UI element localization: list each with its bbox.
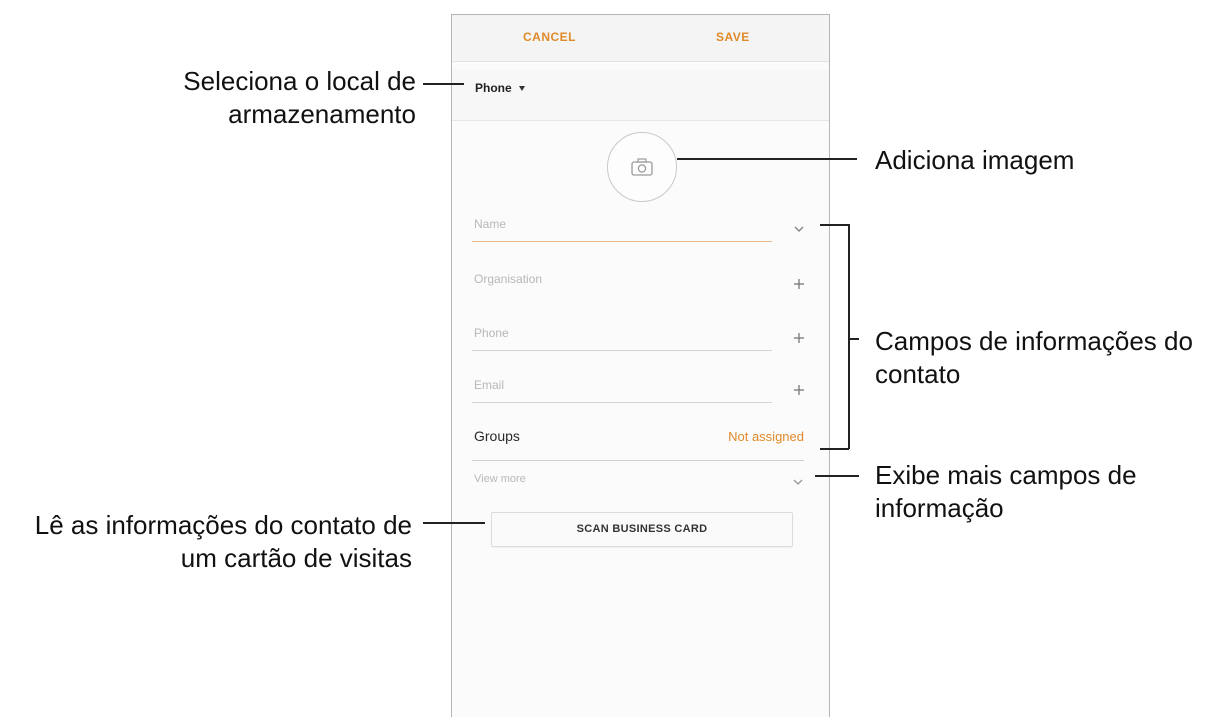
name-field[interactable]: Name [472, 212, 772, 242]
groups-row[interactable]: Groups Not assigned [472, 423, 804, 461]
email-underline [472, 402, 772, 403]
leader-line-fields [848, 338, 859, 340]
email-field[interactable]: Email [472, 373, 772, 403]
annotation-scan-line1: Lê as informações do contato de [34, 510, 412, 540]
annotation-view-more: Exibe mais campos de informação [875, 459, 1195, 525]
organisation-placeholder: Organisation [474, 272, 543, 286]
leader-line-storage [423, 83, 464, 85]
chevron-down-icon [793, 479, 803, 485]
storage-location-dropdown[interactable]: Phone [475, 81, 525, 95]
phone-field[interactable]: Phone [472, 321, 772, 351]
name-placeholder: Name [474, 217, 507, 231]
groups-label: Groups [474, 428, 520, 444]
dropdown-caret-icon [518, 85, 525, 91]
storage-location-value: Phone [475, 81, 512, 95]
add-photo-button[interactable] [607, 132, 677, 202]
action-bar: CANCEL SAVE [452, 15, 829, 62]
annotation-image: Adiciona imagem [875, 145, 1075, 175]
annotation-more-line1: Exibe mais campos de [875, 460, 1137, 490]
save-button[interactable]: SAVE [716, 30, 750, 44]
phone-placeholder: Phone [474, 326, 509, 340]
annotation-fields-line2: contato [875, 359, 961, 389]
leader-line-scan [423, 522, 485, 524]
annotation-storage: Seleciona o local de armazenamento [148, 65, 416, 131]
fields-bracket-top [820, 224, 849, 226]
scan-business-card-button[interactable]: SCAN BUSINESS CARD [491, 512, 793, 547]
leader-line-image [677, 158, 857, 160]
phone-screen: CANCEL SAVE Phone Name Organisation Phon… [451, 14, 830, 717]
annotation-fields-line1: Campos de informações do [875, 326, 1193, 356]
organisation-field[interactable]: Organisation [472, 267, 772, 297]
chevron-down-icon[interactable] [792, 222, 806, 236]
annotation-fields: Campos de informações do contato [875, 325, 1215, 391]
view-more-label: View more [474, 473, 526, 485]
phone-underline [472, 350, 772, 351]
fields-bracket-bottom [820, 448, 849, 450]
storage-location-row: Phone [452, 70, 829, 121]
email-placeholder: Email [474, 378, 505, 392]
view-more-row[interactable]: View more [472, 467, 810, 497]
add-phone-plus-icon[interactable] [792, 331, 806, 345]
annotation-storage-line1: Seleciona o local de [183, 66, 416, 96]
add-organisation-plus-icon[interactable] [792, 277, 806, 291]
annotation-scan-line2: um cartão de visitas [180, 543, 412, 573]
camera-icon [631, 158, 653, 176]
annotation-scan: Lê as informações do contato de um cartã… [4, 509, 412, 575]
annotation-more-line2: informação [875, 493, 1004, 523]
fields-bracket-vertical [848, 224, 850, 449]
cancel-button[interactable]: CANCEL [523, 30, 576, 44]
leader-line-view-more [815, 475, 859, 477]
name-underline [472, 241, 772, 242]
annotation-storage-line2: armazenamento [228, 99, 416, 129]
add-email-plus-icon[interactable] [792, 383, 806, 397]
groups-value: Not assigned [728, 429, 804, 444]
groups-underline [472, 459, 804, 461]
